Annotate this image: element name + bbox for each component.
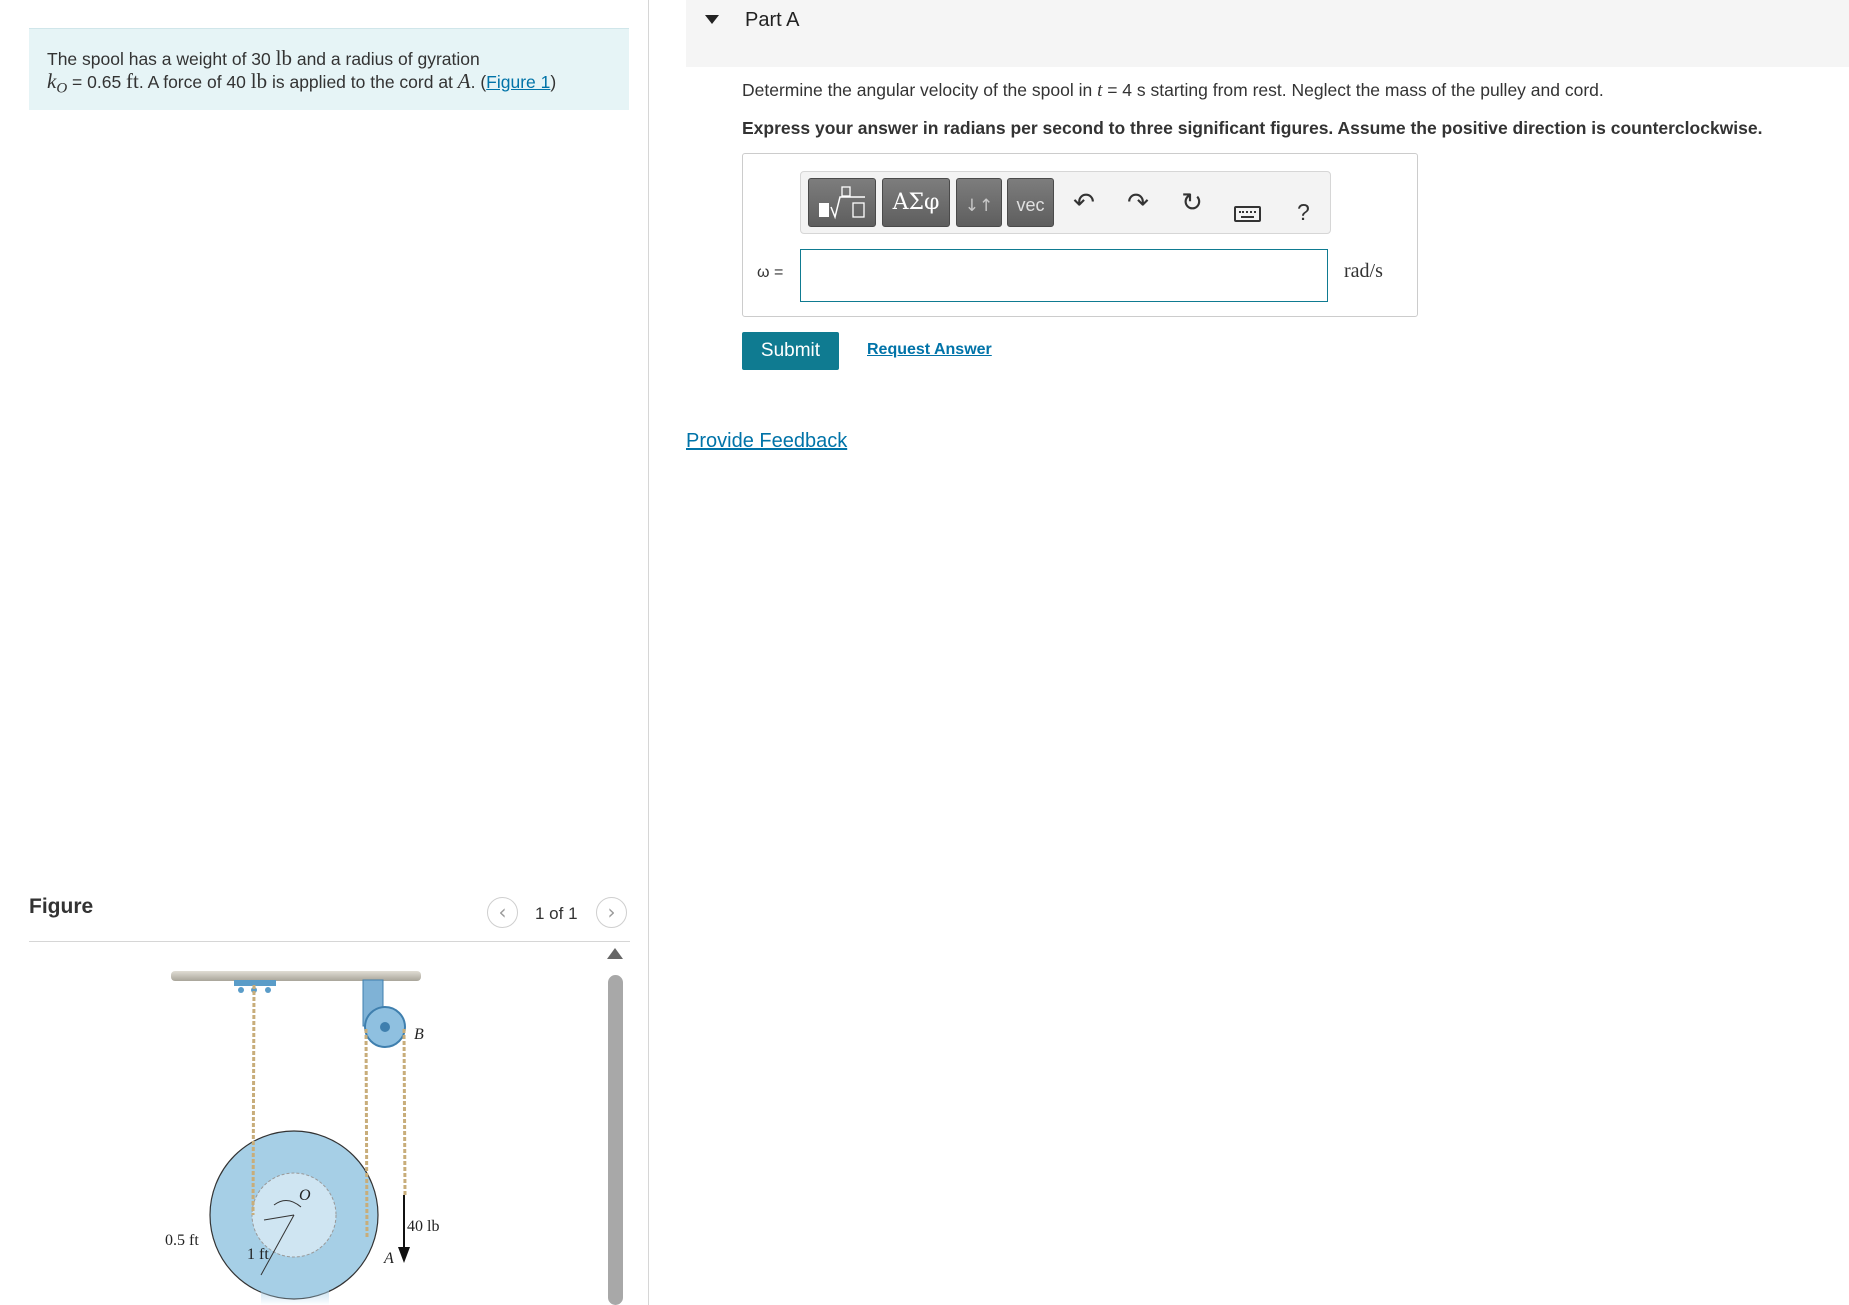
figure-scrollbar[interactable] <box>608 975 623 1305</box>
problem-text-1: The spool has a weight of 30 <box>47 49 276 69</box>
answer-area: ΑΣφ ↓↑ vec ↶ ↷ ↻ ? ω = rad/s <box>742 153 1418 317</box>
chevron-left-icon: ‹ <box>498 900 507 924</box>
math-toolbar: ΑΣφ ↓↑ vec ↶ ↷ ↻ ? <box>800 171 1331 234</box>
chevron-right-icon: › <box>607 900 616 924</box>
label-o: O <box>299 1187 311 1204</box>
label-inner-radius: 0.5 ft <box>165 1232 199 1249</box>
submit-button[interactable]: Submit <box>742 332 839 370</box>
problem-text-5: is applied to the cord at <box>267 72 458 92</box>
redo-icon[interactable]: ↷ <box>1123 188 1153 218</box>
fraction-sqrt-icon <box>819 186 865 220</box>
figure-title: Figure <box>29 895 94 918</box>
keyboard-icon[interactable] <box>1234 206 1261 222</box>
label-outer-radius: 1 ft <box>247 1246 269 1263</box>
spool-figure: B O A 40 lb 0.5 ft 1 ft <box>165 971 439 1305</box>
unit-ft: ft <box>126 69 139 93</box>
provide-feedback-link[interactable]: Provide Feedback <box>686 430 847 453</box>
omega-label: ω = <box>757 264 784 281</box>
problem-text-3: = 0.65 <box>67 72 127 92</box>
part-title: Part A <box>745 9 800 31</box>
question-text-2: = 4 s starting from rest. Neglect the ma… <box>1102 80 1604 100</box>
greek-symbols-button[interactable]: ΑΣφ <box>882 178 950 227</box>
subscript-superscript-button[interactable]: ↓↑ <box>956 178 1002 227</box>
figure-link[interactable]: Figure 1 <box>486 72 550 92</box>
force-arrowhead <box>398 1247 410 1263</box>
left-cord <box>251 984 256 1216</box>
answer-input[interactable] <box>800 249 1328 302</box>
k-symbol: k <box>47 69 57 93</box>
caret-down-icon[interactable] <box>705 15 719 24</box>
templates-button[interactable] <box>808 178 876 227</box>
label-b: B <box>414 1026 424 1043</box>
problem-text-6: . ( <box>470 72 487 92</box>
floor-shadow <box>261 1290 329 1305</box>
help-button[interactable]: ? <box>1297 199 1310 226</box>
scroll-up-arrow[interactable] <box>607 948 623 959</box>
undo-icon[interactable]: ↶ <box>1069 188 1099 218</box>
prev-figure-button[interactable]: ‹ <box>487 897 518 928</box>
problem-text-7: ) <box>550 72 557 92</box>
question-text: Determine the angular velocity of the sp… <box>742 80 1604 102</box>
question-text-1: Determine the angular velocity of the sp… <box>742 80 1098 100</box>
units-label: rad/s <box>1344 260 1383 282</box>
reset-icon[interactable]: ↻ <box>1177 188 1207 218</box>
request-answer-link[interactable]: Request Answer <box>867 341 992 359</box>
label-force: 40 lb <box>407 1218 439 1235</box>
next-figure-button[interactable]: › <box>596 897 627 928</box>
problem-text-2: and a radius of gyration <box>291 49 480 69</box>
pulley-cord-left <box>364 1028 369 1239</box>
answer-instruction: Express your answer in radians per secon… <box>742 118 1763 138</box>
vector-button[interactable]: vec <box>1007 178 1054 227</box>
problem-statement: The spool has a weight of 30 lb and a ra… <box>47 47 556 100</box>
unit-lb-2: lb <box>250 69 268 93</box>
k-subscript: O <box>56 80 68 97</box>
point-a: A <box>457 69 471 93</box>
problem-statement-box: The spool has a weight of 30 lb and a ra… <box>29 28 629 110</box>
pulley-cord-right <box>402 1028 407 1196</box>
figure-divider <box>29 941 630 942</box>
figure-page-count: 1 of 1 <box>535 904 578 923</box>
part-a-header[interactable]: Part A <box>686 0 1849 67</box>
label-a: A <box>383 1250 394 1267</box>
unit-lb: lb <box>275 46 292 70</box>
problem-text-4: . A force of 40 <box>138 72 251 92</box>
panel-divider <box>648 0 649 1305</box>
pulley-b <box>362 979 406 1048</box>
